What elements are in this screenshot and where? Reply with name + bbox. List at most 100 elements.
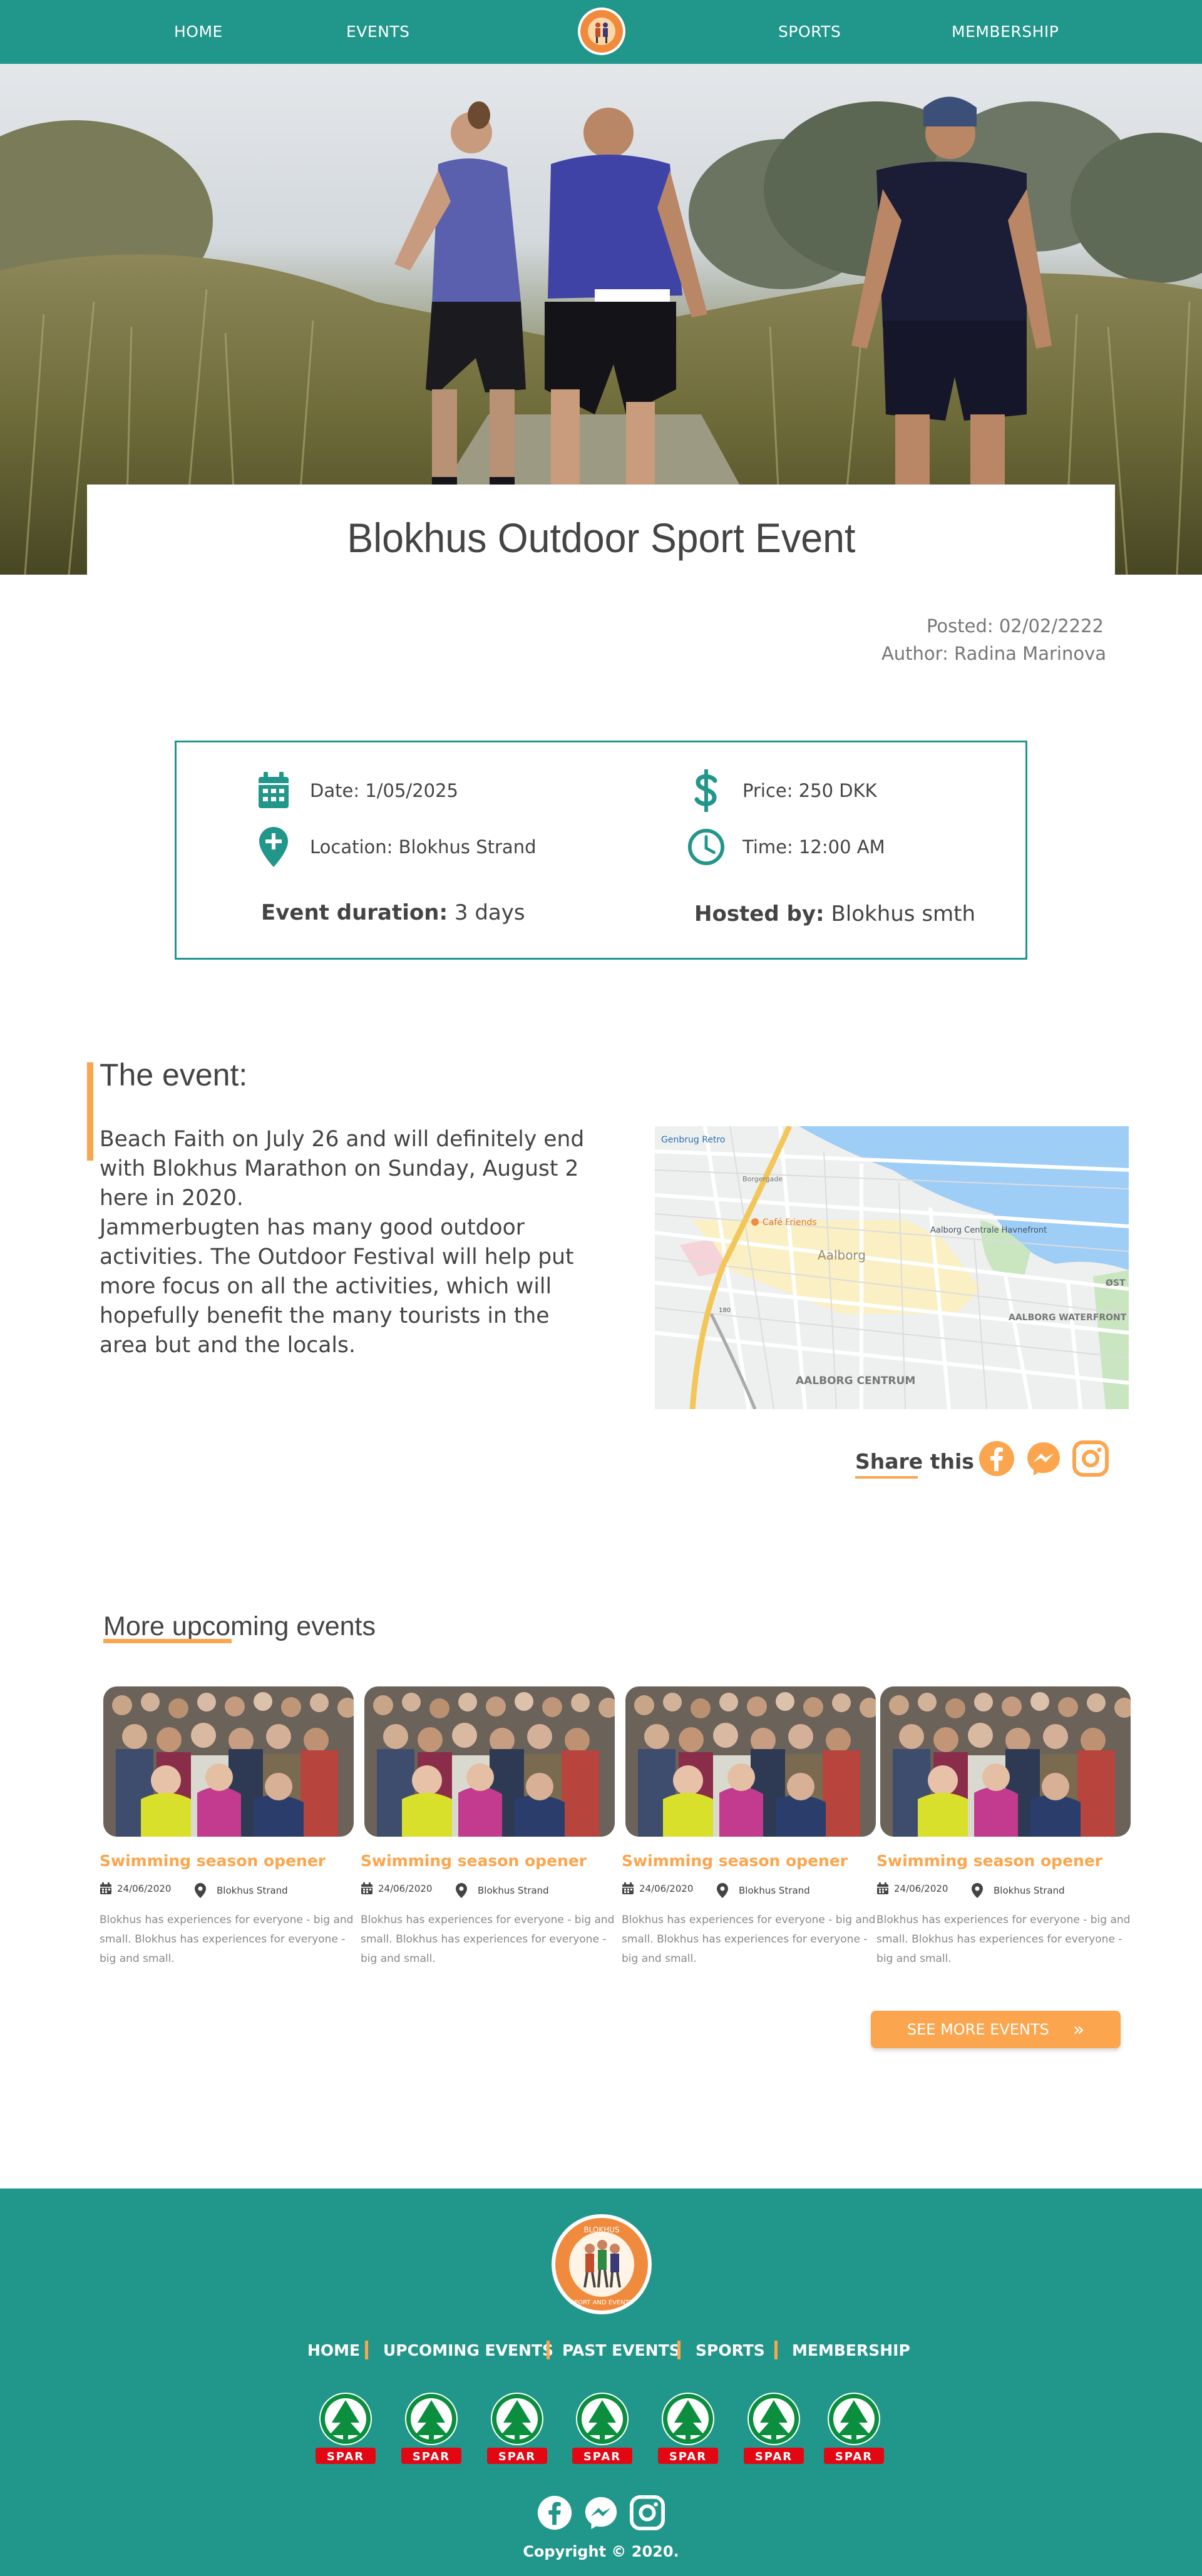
author-name: Author: Radina Marinova xyxy=(881,643,1106,664)
spar-text: SPAR xyxy=(835,2450,873,2463)
footer-messenger-icon[interactable] xyxy=(583,2495,619,2531)
spar-text: SPAR xyxy=(755,2450,793,2463)
nav-events[interactable]: EVENTS xyxy=(346,23,410,41)
map-label-cafe: Café Friends xyxy=(763,1218,817,1228)
messenger-icon[interactable] xyxy=(1025,1440,1062,1477)
spar-sponsor-logo[interactable]: SPAR xyxy=(399,2390,464,2466)
event-card-description: Blokhus has experiences for everyone - b… xyxy=(622,1914,876,1965)
spar-sponsor-logo[interactable]: SPAR xyxy=(485,2390,550,2466)
location-plus-icon xyxy=(259,827,288,867)
location-pin-icon xyxy=(717,1883,728,1898)
spar-sponsor-logo[interactable]: SPAR xyxy=(655,2390,721,2466)
event-card-location-text: Blokhus Strand xyxy=(478,1885,549,1896)
event-card-date: 24/06/2020 xyxy=(100,1882,171,1895)
map-label-centrum: AALBORG CENTRUM xyxy=(796,1375,915,1387)
event-card-image[interactable] xyxy=(625,1686,876,1837)
footer-link-home[interactable]: HOME xyxy=(307,2341,360,2359)
info-location: Location: Blokhus Strand xyxy=(255,827,536,867)
map-label-180: 180 xyxy=(719,1307,731,1314)
footer-separator xyxy=(774,2341,778,2359)
event-card-image[interactable] xyxy=(364,1686,615,1837)
map-label-havnefront: Aalborg Centrale Havnefront xyxy=(930,1226,1047,1235)
location-pin-icon xyxy=(456,1883,467,1898)
info-time: Time: 12:00 AM xyxy=(687,827,885,867)
event-card-location: Blokhus Strand xyxy=(194,1882,288,1899)
event-card-description: Blokhus has experiences for everyone - b… xyxy=(100,1914,354,1965)
top-navigation: HOME EVENTS SPORTS MEMBERSHIP xyxy=(0,0,1202,64)
spar-text: SPAR xyxy=(669,2450,707,2463)
event-card-image[interactable] xyxy=(103,1686,354,1837)
event-card-location-text: Blokhus Strand xyxy=(994,1885,1065,1896)
event-card-description: Blokhus has experiences for everyone - b… xyxy=(361,1914,615,1965)
event-card-title[interactable]: Swimming season opener xyxy=(622,1852,848,1870)
info-time-text: Time: 12:00 AM xyxy=(742,836,885,858)
footer-separator xyxy=(547,2341,550,2359)
event-card-title[interactable]: Swimming season opener xyxy=(100,1852,326,1870)
event-card-date: 24/06/2020 xyxy=(622,1882,693,1895)
event-info-box: Date: 1/05/2025 Location: Blokhus Strand… xyxy=(175,741,1027,960)
event-card-location: Blokhus Strand xyxy=(716,1882,810,1899)
location-pin-icon xyxy=(195,1883,206,1898)
spar-text: SPAR xyxy=(583,2450,621,2463)
spar-sponsor-logo[interactable]: SPAR xyxy=(821,2390,886,2466)
event-card-location-text: Blokhus Strand xyxy=(217,1885,288,1896)
copyright: Copyright © 2020. xyxy=(523,2543,679,2560)
event-card-location: Blokhus Strand xyxy=(971,1882,1065,1899)
map-label-aalborg: Aalborg xyxy=(818,1248,866,1263)
footer-link-sports[interactable]: SPORTS xyxy=(696,2341,765,2359)
calendar-icon xyxy=(259,772,289,808)
event-card[interactable]: Swimming season opener 24/06/2020 Blokhu… xyxy=(622,1686,876,1965)
spar-text: SPAR xyxy=(413,2450,450,2463)
info-hosted: Hosted by: Blokhus smth xyxy=(694,901,975,926)
event-title-card: Blokhus Outdoor Sport Event xyxy=(87,485,1115,591)
calendar-icon xyxy=(622,1882,634,1894)
double-chevron-right-icon: » xyxy=(1072,2018,1085,2041)
footer-link-upcoming-events[interactable]: UPCOMING EVENTS xyxy=(383,2341,553,2359)
spar-sponsor-logo[interactable]: SPAR xyxy=(313,2390,378,2466)
footer-link-past-events[interactable]: PAST EVENTS xyxy=(562,2341,681,2359)
calendar-icon xyxy=(100,1882,111,1894)
nav-membership[interactable]: MEMBERSHIP xyxy=(952,23,1059,41)
event-card[interactable]: Swimming season opener 24/06/2020 Blokhu… xyxy=(361,1686,615,1965)
club-logo-icon[interactable] xyxy=(577,6,627,56)
dollar-icon xyxy=(694,769,717,812)
event-card-location-text: Blokhus Strand xyxy=(739,1885,810,1896)
event-card-image[interactable] xyxy=(880,1686,1131,1837)
spar-sponsor-logo[interactable]: SPAR xyxy=(741,2390,806,2466)
calendar-icon xyxy=(361,1882,372,1894)
footer-separator xyxy=(677,2341,681,2359)
footer-club-logo-icon[interactable]: BLOKHUS SPORT AND EVENTS xyxy=(551,2214,652,2315)
info-date: Date: 1/05/2025 xyxy=(255,771,458,811)
page-title: Blokhus Outdoor Sport Event xyxy=(346,515,856,561)
event-card-title[interactable]: Swimming season opener xyxy=(361,1852,587,1870)
share-label: Share this xyxy=(855,1449,974,1474)
map-label-ost: ØST xyxy=(1106,1278,1126,1288)
spar-text: SPAR xyxy=(327,2450,364,2463)
spar-sponsor-logo[interactable]: SPAR xyxy=(570,2390,635,2466)
event-card-description: Blokhus has experiences for everyone - b… xyxy=(876,1914,1131,1965)
nav-sports[interactable]: SPORTS xyxy=(778,23,841,41)
event-card[interactable]: Swimming season opener 24/06/2020 Blokhu… xyxy=(876,1686,1131,1965)
map-label-genbrug: Genbrug Retro xyxy=(661,1135,725,1145)
footer-facebook-icon[interactable] xyxy=(537,2495,573,2531)
event-card[interactable]: Swimming season opener 24/06/2020 Blokhu… xyxy=(100,1686,354,1965)
more-events-underline xyxy=(103,1639,232,1643)
map-label-borgergade: Borgergade xyxy=(742,1175,783,1183)
footer-instagram-icon[interactable] xyxy=(629,2495,665,2531)
event-card-date-text: 24/06/2020 xyxy=(117,1883,172,1894)
nav-home[interactable]: HOME xyxy=(174,23,223,41)
posted-date: Posted: 02/02/2222 xyxy=(926,615,1104,637)
event-map[interactable]: Genbrug Retro Borgergade Café Friends Aa… xyxy=(655,1126,1129,1409)
share-underline xyxy=(855,1476,918,1479)
event-card-date: 24/06/2020 xyxy=(361,1882,432,1895)
map-label-waterfront: AALBORG WATERFRONT xyxy=(1009,1313,1127,1323)
info-price: Price: 250 DKK xyxy=(687,769,877,812)
footer-logo-text-top: BLOKHUS xyxy=(583,2225,619,2234)
instagram-icon[interactable] xyxy=(1072,1440,1109,1477)
facebook-icon[interactable] xyxy=(978,1440,1015,1477)
event-card-location: Blokhus Strand xyxy=(455,1882,549,1899)
event-card-title[interactable]: Swimming season opener xyxy=(876,1852,1102,1870)
see-more-events-button[interactable]: SEE MORE EVENTS » xyxy=(871,2011,1121,2048)
footer-link-membership[interactable]: MEMBERSHIP xyxy=(792,2341,910,2359)
event-card-date-text: 24/06/2020 xyxy=(639,1883,694,1894)
